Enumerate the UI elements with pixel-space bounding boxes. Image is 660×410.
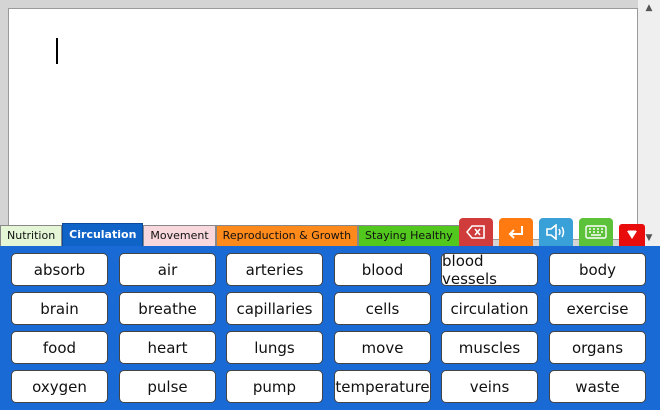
- category-tabs: Nutrition Circulation Movement Reproduct…: [0, 223, 460, 246]
- word-button[interactable]: arteries: [226, 253, 323, 286]
- tab-reproduction-growth[interactable]: Reproduction & Growth: [215, 225, 359, 246]
- word-button[interactable]: muscles: [441, 331, 538, 364]
- word-button[interactable]: body: [549, 253, 646, 286]
- word-button[interactable]: brain: [11, 292, 108, 325]
- word-button[interactable]: blood: [334, 253, 431, 286]
- word-bank-panel: absorb air arteries blood blood vessels …: [0, 246, 660, 410]
- word-button[interactable]: air: [119, 253, 216, 286]
- word-button[interactable]: move: [334, 331, 431, 364]
- enter-icon: [508, 226, 523, 239]
- tab-staying-healthy[interactable]: Staying Healthy: [358, 225, 460, 246]
- word-button[interactable]: absorb: [11, 253, 108, 286]
- speak-button[interactable]: [539, 218, 573, 246]
- document-text-area[interactable]: [8, 8, 638, 240]
- word-button[interactable]: breathe: [119, 292, 216, 325]
- word-button[interactable]: organs: [549, 331, 646, 364]
- word-button[interactable]: pump: [226, 370, 323, 403]
- tab-nutrition[interactable]: Nutrition: [0, 225, 63, 246]
- enter-button[interactable]: [499, 218, 533, 246]
- word-button[interactable]: lungs: [226, 331, 323, 364]
- word-button[interactable]: pulse: [119, 370, 216, 403]
- keyboard-button[interactable]: [579, 218, 613, 246]
- down-arrow-icon: [627, 230, 637, 239]
- text-caret: [56, 38, 58, 64]
- vertical-scrollbar[interactable]: ▲ ▼: [638, 0, 660, 246]
- word-button[interactable]: veins: [441, 370, 538, 403]
- word-button[interactable]: exercise: [549, 292, 646, 325]
- word-button[interactable]: temperature: [334, 370, 431, 403]
- backspace-button[interactable]: [459, 218, 493, 246]
- tab-movement[interactable]: Movement: [143, 225, 216, 246]
- word-button[interactable]: blood vessels: [441, 252, 538, 288]
- speaker-icon: [546, 224, 565, 240]
- word-button[interactable]: capillaries: [226, 292, 323, 325]
- tab-circulation[interactable]: Circulation: [62, 223, 144, 246]
- scroll-up-icon[interactable]: ▲: [638, 0, 660, 16]
- keyboard-icon: [585, 225, 607, 239]
- collapse-button[interactable]: [619, 224, 645, 246]
- word-button[interactable]: cells: [334, 292, 431, 325]
- word-button[interactable]: circulation: [441, 292, 538, 325]
- word-button[interactable]: heart: [119, 331, 216, 364]
- backspace-icon: [466, 225, 485, 239]
- word-button[interactable]: waste: [549, 370, 646, 403]
- word-button[interactable]: oxygen: [11, 370, 108, 403]
- word-button[interactable]: food: [11, 331, 108, 364]
